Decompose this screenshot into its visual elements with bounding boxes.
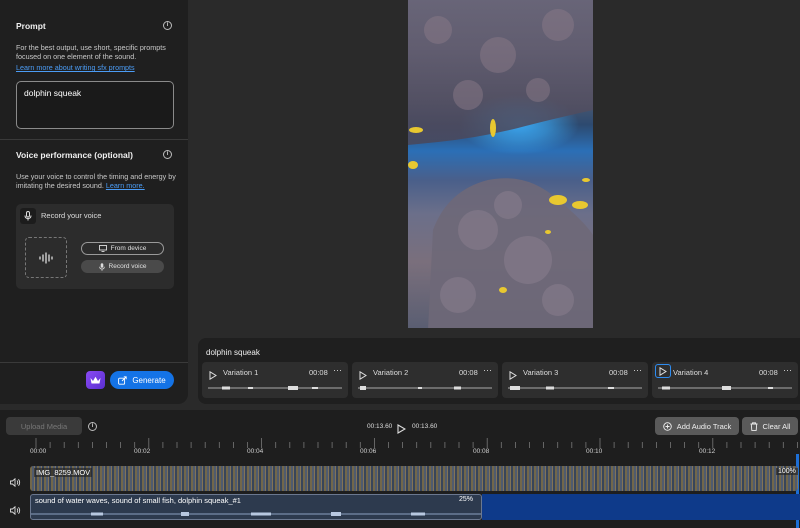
voice-help-text: Use your voice to control the timing and… [16,172,178,190]
waveform-preview [508,386,642,390]
variations-prompt-label: dolphin squeak [206,348,260,357]
current-time: 00:13.60 [367,423,393,430]
waveform-dropzone[interactable] [25,237,67,278]
time-ruler[interactable] [0,438,800,450]
variation-label: Variation 2 [373,368,409,377]
plus-circle-icon [662,421,672,431]
voice-learn-more-link[interactable]: Learn more. [106,181,145,190]
variation-duration: 00:08 [759,368,778,377]
total-time: 00:13.60 [412,423,438,430]
upload-media-label: Upload Media [20,421,68,431]
variation-label: Variation 4 [673,368,709,377]
speaker-icon[interactable] [10,502,21,520]
waveform-preview [658,386,792,390]
upload-media-button[interactable]: Upload Media [6,417,82,435]
voice-info-icon[interactable]: i [163,150,172,159]
audio-track-empty-area[interactable] [482,494,800,520]
trash-icon [750,421,758,431]
play-icon[interactable] [359,367,367,385]
more-options-icon[interactable]: ··· [333,365,342,375]
record-voice-button-label: Record voice [108,263,147,270]
play-icon[interactable] [509,367,517,385]
divider [0,139,188,140]
variation-card[interactable]: Variation 2 00:08 ··· [352,362,498,398]
variation-duration: 00:08 [309,368,328,377]
record-voice-button[interactable]: Record voice [81,260,164,273]
waveform-preview [208,386,342,390]
record-voice-card: Record your voice From device Record voi… [16,204,174,289]
timeline-info-icon[interactable]: i [88,422,97,431]
more-options-icon[interactable]: ··· [633,365,642,375]
prompt-info-icon[interactable]: i [163,21,172,30]
generate-label: Generate [132,375,166,385]
video-track-name: IMG_8259.MOV [34,468,93,477]
variations-panel: dolphin squeak Variation 1 00:08 ··· Var… [198,338,800,404]
clear-all-label: Clear All [762,421,791,431]
play-icon[interactable] [397,421,407,439]
variation-card[interactable]: Variation 4 00:08 ··· [652,362,798,398]
clear-all-button[interactable]: Clear All [742,417,798,435]
more-options-icon[interactable]: ··· [483,365,492,375]
waveform-icon [39,251,53,264]
generate-button[interactable]: Generate [110,371,174,389]
microphone-icon [98,262,105,271]
add-audio-track-label: Add Audio Track [676,421,732,431]
audio-track-waveform [31,512,481,516]
audio-track-name: sound of water waves, sound of small fis… [35,496,241,505]
video-preview[interactable] [408,0,593,328]
more-options-icon[interactable]: ··· [783,365,792,375]
variation-duration: 00:08 [609,368,628,377]
prompt-title: Prompt [16,21,46,31]
variation-label: Variation 3 [523,368,559,377]
ruler-tick-label: 00:04 [247,448,264,455]
variation-label: Variation 1 [223,368,259,377]
prompt-help-text: For the best output, use short, specific… [16,43,166,61]
crown-icon [90,376,101,383]
ruler-tick-label: 00:08 [473,448,490,455]
prompt-learn-more-link[interactable]: Learn more about writing sfx prompts [16,63,135,72]
video-track-volume: 100% [776,468,798,475]
audio-track-clip[interactable]: sound of water waves, sound of small fis… [30,494,482,520]
play-icon[interactable] [655,364,671,378]
ruler-tick-label: 00:00 [30,448,47,455]
variation-card[interactable]: Variation 3 00:08 ··· [502,362,648,398]
record-voice-label: Record your voice [41,211,102,220]
prompt-panel: Prompt i For the best output, use short,… [0,0,188,404]
video-track-clip[interactable]: IMG_8259.MOV 100% [30,466,798,491]
from-device-button[interactable]: From device [81,242,164,255]
generate-icon [118,375,127,385]
prompt-input[interactable]: dolphin squeak [16,81,174,129]
speaker-icon[interactable] [10,474,21,492]
ruler-tick-label: 00:06 [360,448,377,455]
audio-track-volume: 25% [459,496,474,503]
voice-performance-title: Voice performance (optional) [16,150,133,160]
divider [0,362,188,363]
video-track-waveform [30,466,798,491]
variation-duration: 00:08 [459,368,478,377]
monitor-icon [98,245,107,252]
waveform-preview [358,386,492,390]
play-icon[interactable] [209,367,217,385]
microphone-icon [20,208,36,224]
ruler-tick-label: 00:12 [699,448,716,455]
from-device-label: From device [110,245,147,252]
video-frame-image [408,0,593,328]
add-audio-track-button[interactable]: Add Audio Track [655,417,739,435]
variation-card[interactable]: Variation 1 00:08 ··· [202,362,348,398]
premium-crown-button[interactable] [86,371,105,389]
ruler-tick-label: 00:10 [586,448,603,455]
ruler-tick-label: 00:02 [134,448,151,455]
voice-help-body: Use your voice to control the timing and… [16,172,176,190]
